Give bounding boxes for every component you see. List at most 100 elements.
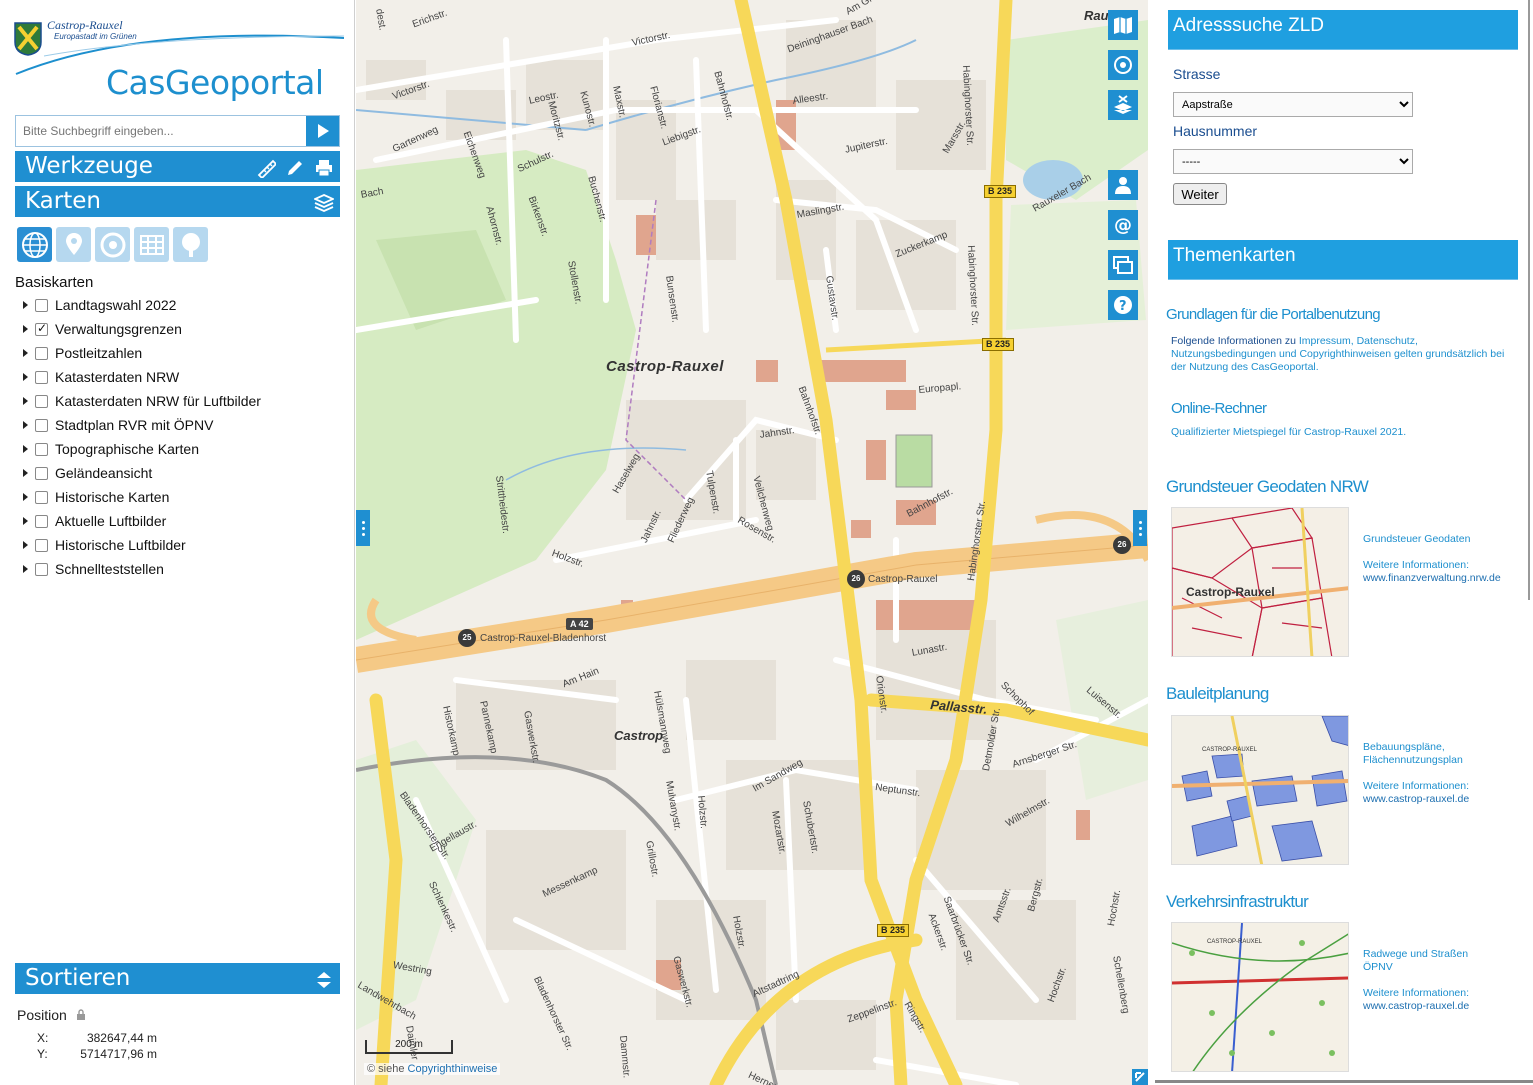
bauleitplanung-heading[interactable]: Bauleitplanung [1166, 684, 1269, 704]
layer-label[interactable]: Topographische Karten [55, 441, 199, 457]
layer-checkbox[interactable] [35, 562, 48, 576]
werkzeuge-bar[interactable]: Werkzeuge [15, 151, 340, 182]
bauleitplanung-thumbnail[interactable]: CASTROP-RAUXEL [1171, 715, 1349, 865]
verkehr-thumbnail[interactable]: CASTROP-RAUXEL [1171, 922, 1349, 1072]
layer-item[interactable]: Postleitzahlen [22, 341, 261, 365]
user-button[interactable] [1108, 170, 1138, 200]
layer-checkbox[interactable] [35, 394, 48, 408]
layer-item[interactable]: Geländeansicht [22, 461, 261, 485]
expand-triangle-icon[interactable] [23, 493, 28, 501]
online-rechner-heading[interactable]: Online-Rechner [1171, 400, 1267, 417]
layer-checkbox[interactable] [35, 538, 48, 552]
verkehr-link[interactable]: www.castrop-rauxel.de [1363, 1000, 1469, 1012]
expand-triangle-icon[interactable] [23, 325, 28, 333]
expand-triangle-icon[interactable] [23, 421, 28, 429]
layer-checkbox[interactable] [35, 321, 48, 336]
expand-triangle-icon[interactable] [23, 565, 28, 573]
layer-label[interactable]: Stadtplan RVR mit ÖPNV [55, 417, 213, 433]
nature-map-tab[interactable] [173, 227, 208, 262]
castrop-rauxel-logo[interactable]: Castrop-Rauxel Europastadt im Grünen Cas… [14, 16, 344, 104]
layer-item[interactable]: Aktuelle Luftbilder [22, 509, 261, 533]
bauleitplanung-link[interactable]: www.castrop-rauxel.de [1363, 793, 1469, 805]
right-panel-bottom-scrollbar[interactable] [1155, 1080, 1533, 1083]
wheel-icon [100, 232, 125, 257]
windows-button[interactable] [1108, 250, 1138, 280]
grundlagen-heading[interactable]: Grundlagen für die Portalbenutzung [1166, 306, 1381, 323]
adresssuche-header[interactable]: Adresssuche ZLD [1168, 10, 1518, 50]
layer-item[interactable]: Schnellteststellen [22, 557, 261, 581]
layer-checkbox[interactable] [35, 466, 48, 480]
expand-button[interactable] [1132, 1069, 1148, 1085]
layer-checkbox[interactable] [35, 298, 48, 312]
layer-item[interactable]: Verwaltungsgrenzen [22, 317, 261, 341]
print-icon[interactable] [314, 156, 334, 177]
layer-checkbox[interactable] [35, 370, 48, 384]
layer-label[interactable]: Historische Karten [55, 489, 169, 505]
theme-map-tab[interactable] [95, 227, 130, 262]
layer-toggle-button[interactable] [1108, 90, 1138, 120]
grundsteuer-link[interactable]: www.finanzverwaltung.nrw.de [1363, 572, 1501, 584]
left-panel-handle[interactable] [356, 510, 370, 546]
layer-checkbox[interactable] [35, 442, 48, 456]
layers-icon[interactable] [312, 191, 336, 212]
layer-checkbox[interactable] [35, 418, 48, 432]
layer-item[interactable]: Stadtplan RVR mit ÖPNV [22, 413, 261, 437]
layer-label[interactable]: Landtagswahl 2022 [55, 297, 176, 313]
layer-item[interactable]: Katasterdaten NRW für Luftbilder [22, 389, 261, 413]
poi-map-tab[interactable] [56, 227, 91, 262]
expand-triangle-icon[interactable] [23, 517, 28, 525]
copyright-link[interactable]: Copyrighthinweise [408, 1063, 498, 1075]
expand-triangle-icon[interactable] [23, 373, 28, 381]
layer-item[interactable]: Historische Luftbilder [22, 533, 261, 557]
bauleitplanung-caption-text[interactable]: Bebauungspläne, Flächennutzungsplan [1363, 741, 1483, 767]
search-submit-button[interactable] [306, 116, 339, 146]
layer-label[interactable]: Aktuelle Luftbilder [55, 513, 166, 529]
locate-button[interactable] [1108, 50, 1138, 80]
layer-label[interactable]: Katasterdaten NRW für Luftbilder [55, 393, 261, 409]
layer-item[interactable]: Historische Karten [22, 485, 261, 509]
search-input[interactable] [16, 116, 306, 146]
strasse-select[interactable]: Aapstraße [1173, 92, 1413, 117]
themenkarten-header[interactable]: Themenkarten [1168, 240, 1518, 280]
expand-triangle-icon[interactable] [23, 349, 28, 357]
expand-triangle-icon[interactable] [23, 301, 28, 309]
layer-item[interactable]: Topographische Karten [22, 437, 261, 461]
layer-checkbox[interactable] [35, 346, 48, 360]
verkehr-caption-text[interactable]: Radwege und Straßen ÖPNV [1363, 948, 1478, 974]
sortieren-bar[interactable]: Sortieren [15, 963, 340, 994]
layer-item[interactable]: Katasterdaten NRW [22, 365, 261, 389]
layer-label[interactable]: Historische Luftbilder [55, 537, 186, 553]
layer-label[interactable]: Schnellteststellen [55, 561, 164, 577]
lock-icon[interactable] [75, 1009, 87, 1021]
expand-triangle-icon[interactable] [23, 469, 28, 477]
layer-label[interactable]: Katasterdaten NRW [55, 369, 179, 385]
sort-arrows-icon[interactable] [314, 968, 334, 988]
contact-button[interactable]: @ [1108, 210, 1138, 240]
layer-item[interactable]: Landtagswahl 2022 [22, 293, 261, 317]
pencil-icon[interactable] [285, 156, 305, 176]
grundsteuer-caption-text[interactable]: Grundsteuer Geodaten [1363, 533, 1470, 545]
right-panel-handle[interactable] [1133, 510, 1147, 546]
layer-label[interactable]: Verwaltungsgrenzen [55, 321, 182, 337]
cadastre-map-tab[interactable] [134, 227, 169, 262]
karten-bar[interactable]: Karten [15, 186, 340, 217]
map-canvas[interactable]: Victorstr. Victorstr. Erichstr. Leostr. Gart… [356, 0, 1148, 1085]
weiter-button[interactable]: Weiter [1173, 183, 1227, 205]
layer-label[interactable]: Geländeansicht [55, 465, 152, 481]
layer-label[interactable]: Postleitzahlen [55, 345, 142, 361]
expand-triangle-icon[interactable] [23, 541, 28, 549]
hausnummer-select[interactable]: ----- [1173, 149, 1413, 174]
expand-triangle-icon[interactable] [23, 445, 28, 453]
grundsteuer-thumbnail[interactable]: Castrop-Rauxel [1171, 507, 1349, 657]
map-legend-button[interactable] [1108, 10, 1138, 40]
layer-checkbox[interactable] [35, 514, 48, 528]
online-rechner-text[interactable]: Qualifizierter Mietspiegel für Castrop-R… [1171, 426, 1516, 439]
help-button[interactable]: ? [1108, 290, 1138, 320]
verkehr-heading[interactable]: Verkehrsinfrastruktur [1166, 892, 1309, 912]
layer-checkbox[interactable] [35, 490, 48, 504]
expand-triangle-icon[interactable] [23, 397, 28, 405]
right-panel-scrollbar[interactable] [1528, 0, 1530, 600]
basemap-globe-tab[interactable] [17, 227, 52, 262]
ruler-icon[interactable] [256, 156, 278, 180]
grundsteuer-heading[interactable]: Grundsteuer Geodaten NRW [1166, 477, 1369, 497]
